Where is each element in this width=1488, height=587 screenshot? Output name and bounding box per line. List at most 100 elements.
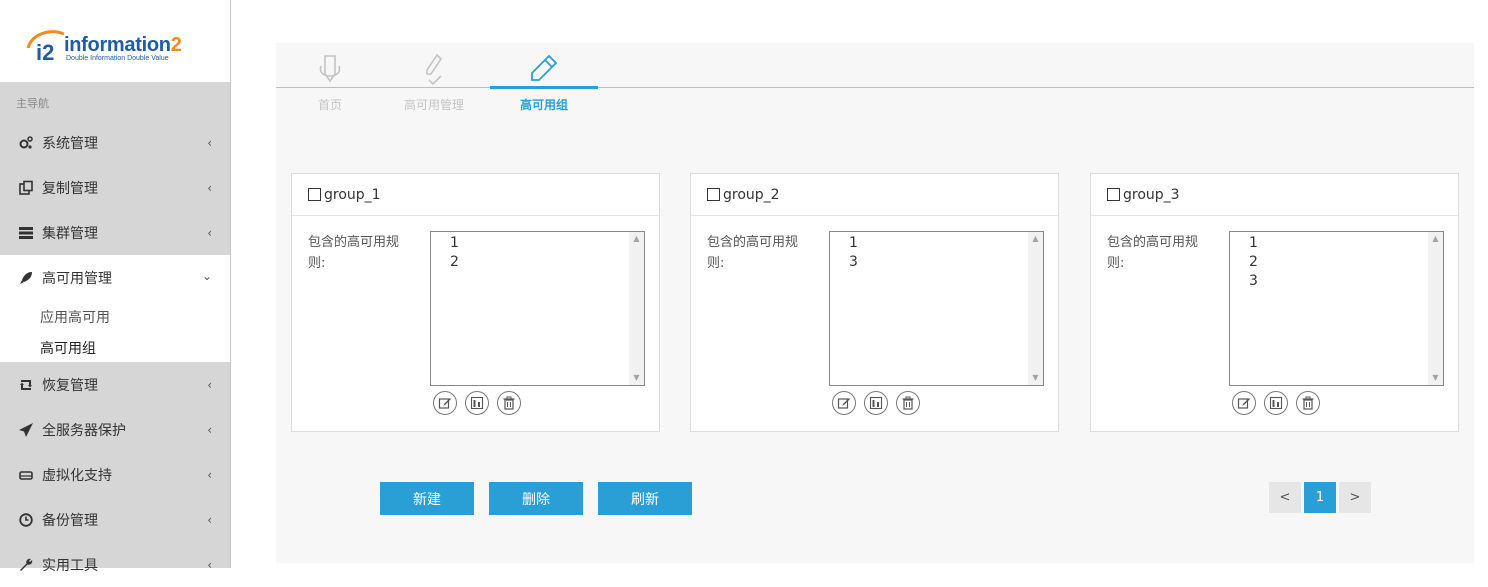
rules-listbox[interactable]: 1 2 3 ▲ ▼ <box>1229 231 1444 386</box>
sidebar: i2 information2 Double Information Doubl… <box>0 0 231 574</box>
group-title: group_3 <box>1123 186 1180 203</box>
logo-tagline: Double Information Double Value <box>66 55 169 62</box>
scrollbar[interactable]: ▲ ▼ <box>1028 232 1043 385</box>
copy-icon <box>18 180 34 196</box>
nav-item-ha[interactable]: 高可用管理 ⌄ <box>0 255 230 300</box>
scrollbar[interactable]: ▲ ▼ <box>629 232 644 385</box>
list-item[interactable]: 3 <box>830 253 1043 272</box>
group-title: group_2 <box>723 186 780 203</box>
nav-item-system[interactable]: 系统管理 ‹ <box>0 120 230 165</box>
chevron-left-icon: ‹ <box>207 378 212 392</box>
retweet-icon <box>18 377 34 393</box>
nav-label: 复制管理 <box>42 180 98 197</box>
chart-button[interactable] <box>864 391 888 415</box>
rules-listbox[interactable]: 1 3 ▲ ▼ <box>829 231 1044 386</box>
list-item[interactable]: 2 <box>1230 253 1443 272</box>
paper-plane-icon <box>18 422 34 438</box>
group-checkbox[interactable] <box>308 188 321 201</box>
sub-item-ha-group[interactable]: 高可用组 <box>40 338 96 358</box>
pencil-shield-icon <box>276 52 384 86</box>
nav-item-virtualization[interactable]: 虚拟化支持 ‹ <box>0 452 230 497</box>
group-title: group_1 <box>324 186 381 203</box>
nav-item-recovery[interactable]: 恢复管理 ‹ <box>0 362 230 407</box>
card-actions <box>832 391 920 415</box>
nav-label: 恢复管理 <box>42 377 98 394</box>
edit-icon <box>837 398 850 409</box>
nav-label: 备份管理 <box>42 512 98 529</box>
chevron-left-icon: ‹ <box>207 513 212 527</box>
list-item[interactable]: 1 <box>1230 234 1443 253</box>
group-card: group_2 包含的高可用规则: 1 3 ▲ ▼ <box>690 173 1059 432</box>
logo-mark-icon: i2 <box>26 30 65 64</box>
submenu <box>0 300 230 362</box>
nav-item-backup[interactable]: 备份管理 ‹ <box>0 497 230 542</box>
rules-label: 包含的高可用规则: <box>707 235 799 271</box>
chart-button[interactable] <box>1264 391 1288 415</box>
trash-icon <box>902 396 914 410</box>
chart-icon <box>1269 396 1283 410</box>
delete-button[interactable] <box>497 391 521 415</box>
chart-icon <box>470 396 484 410</box>
chart-button[interactable] <box>465 391 489 415</box>
scrollbar[interactable]: ▲ ▼ <box>1428 232 1443 385</box>
nav-item-copy[interactable]: 复制管理 ‹ <box>0 165 230 210</box>
delete-button[interactable]: 删除 <box>489 482 583 515</box>
list-item[interactable]: 2 <box>431 253 644 272</box>
list-item[interactable]: 1 <box>830 234 1043 253</box>
step-home[interactable]: 首页 <box>276 52 384 113</box>
edit-icon <box>438 398 451 409</box>
step-ha-group[interactable]: 高可用组 <box>490 52 598 113</box>
edit-button[interactable] <box>1232 391 1256 415</box>
chevron-left-icon: ‹ <box>207 181 212 195</box>
delete-button[interactable] <box>896 391 920 415</box>
step-label: 首页 <box>317 98 342 112</box>
pencil-icon <box>490 52 598 86</box>
group-checkbox[interactable] <box>707 188 720 201</box>
edit-button[interactable] <box>433 391 457 415</box>
nav-label: 实用工具 <box>42 557 98 574</box>
chart-icon <box>869 396 883 410</box>
scroll-up-icon[interactable]: ▲ <box>629 232 644 246</box>
logo: i2 information2 Double Information Doubl… <box>24 26 204 66</box>
group-checkbox[interactable] <box>1107 188 1120 201</box>
pagination-next[interactable]: > <box>1339 482 1371 513</box>
chevron-down-icon: ⌄ <box>201 269 212 283</box>
scroll-up-icon[interactable]: ▲ <box>1428 232 1443 246</box>
nav-item-cluster[interactable]: 集群管理 ‹ <box>0 210 230 255</box>
card-actions <box>433 391 521 415</box>
step-ha-management[interactable]: 高可用管理 <box>380 52 488 113</box>
logo-text: information2 <box>64 34 182 57</box>
scroll-up-icon[interactable]: ▲ <box>1028 232 1043 246</box>
chevron-left-icon: ‹ <box>207 468 212 482</box>
delete-button[interactable] <box>1296 391 1320 415</box>
new-button[interactable]: 新建 <box>380 482 474 515</box>
wrench-icon <box>18 557 34 573</box>
chevron-left-icon: ‹ <box>207 226 212 240</box>
chevron-left-icon: ‹ <box>207 558 212 572</box>
scroll-down-icon[interactable]: ▼ <box>629 371 644 385</box>
pagination-prev[interactable]: < <box>1269 482 1301 513</box>
nav-item-tools[interactable]: 实用工具 ‹ <box>0 542 230 587</box>
hdd-icon <box>18 467 34 483</box>
sub-item-app-ha[interactable]: 应用高可用 <box>40 307 110 327</box>
trash-icon <box>1302 396 1314 410</box>
step-label: 高可用管理 <box>403 98 464 112</box>
list-item[interactable]: 1 <box>431 234 644 253</box>
refresh-button[interactable]: 刷新 <box>598 482 692 515</box>
edit-icon <box>1237 398 1250 409</box>
active-step-underline <box>490 86 598 89</box>
nav-item-full-server[interactable]: 全服务器保护 ‹ <box>0 407 230 452</box>
scroll-down-icon[interactable]: ▼ <box>1428 371 1443 385</box>
group-card: group_1 包含的高可用规则: 1 2 ▲ ▼ <box>291 173 660 432</box>
rules-listbox[interactable]: 1 2 ▲ ▼ <box>430 231 645 386</box>
chevron-left-icon: ‹ <box>207 423 212 437</box>
edit-button[interactable] <box>832 391 856 415</box>
rules-label: 包含的高可用规则: <box>1107 235 1199 271</box>
scroll-down-icon[interactable]: ▼ <box>1028 371 1043 385</box>
card-header: group_2 <box>691 174 1058 216</box>
nav-label: 高可用管理 <box>42 270 112 287</box>
list-item[interactable]: 3 <box>1230 272 1443 291</box>
logo-mark-text: i2 <box>36 40 54 64</box>
nav-label: 集群管理 <box>42 225 98 242</box>
pagination-current[interactable]: 1 <box>1304 482 1336 513</box>
